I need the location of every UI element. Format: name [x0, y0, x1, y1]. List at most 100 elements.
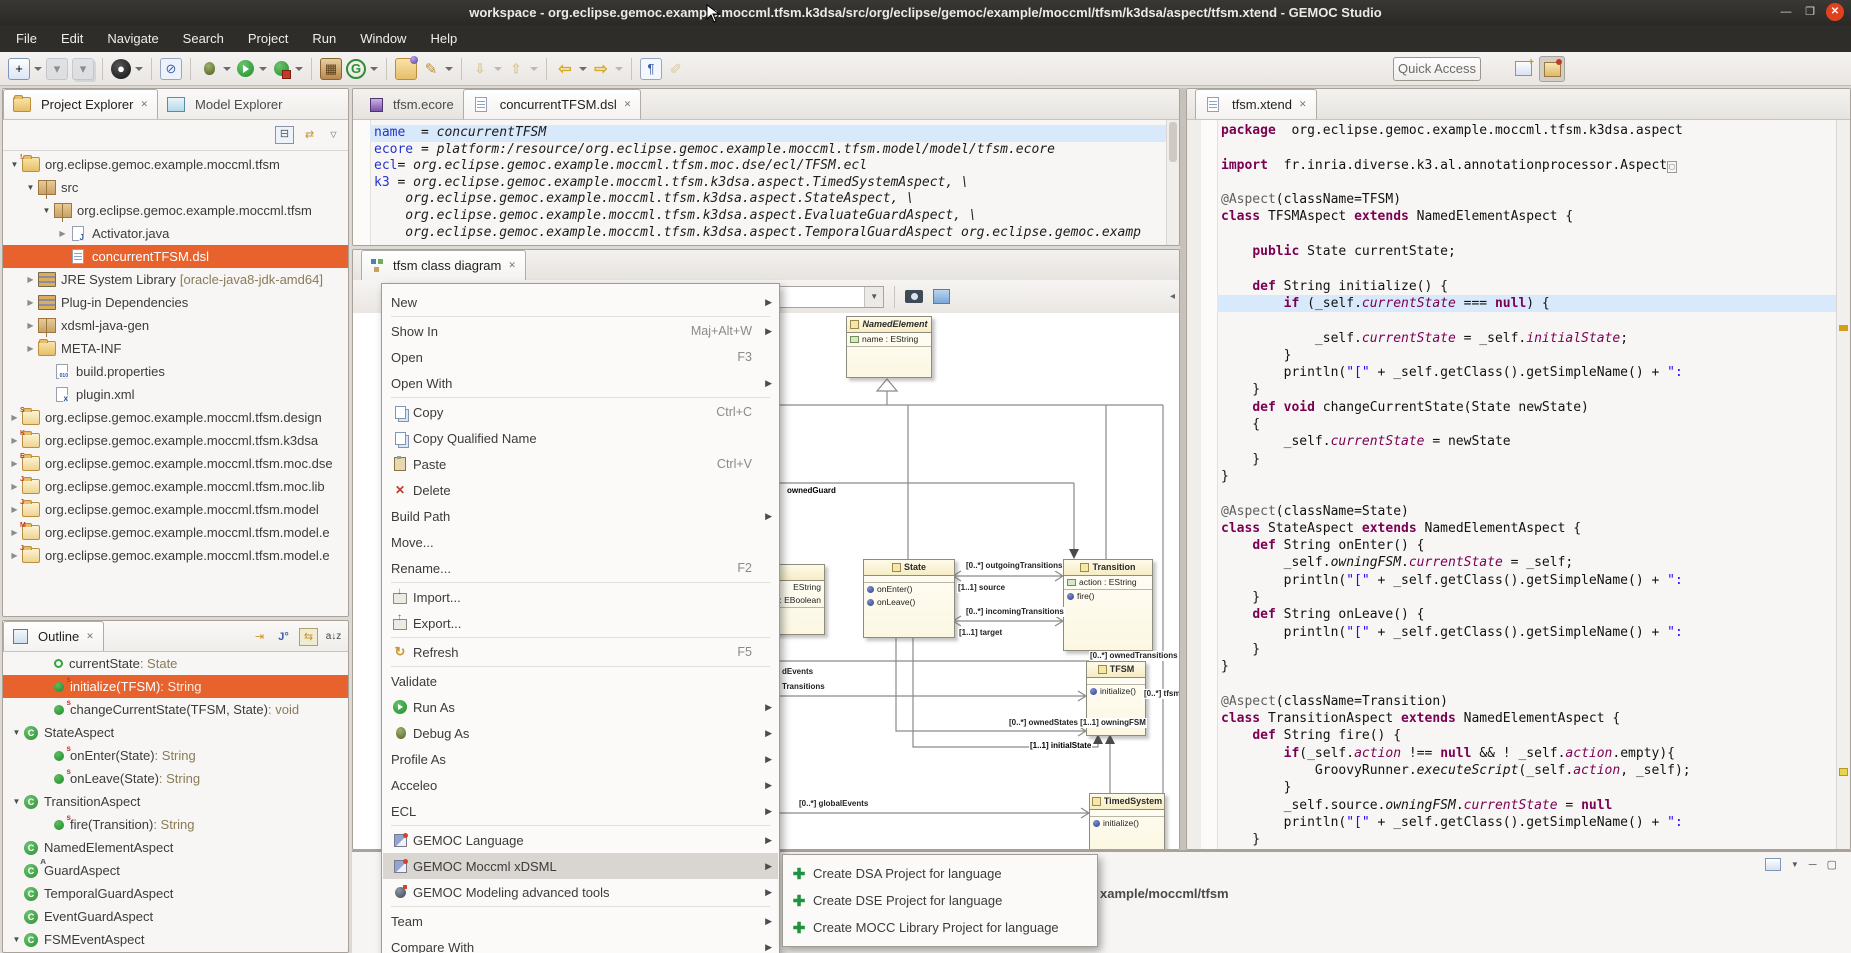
menu-item-compare-with[interactable]: Compare With▶: [383, 934, 778, 953]
submenu-item-create-mocc-library-project-for-language[interactable]: ✚Create MOCC Library Project for languag…: [784, 914, 1096, 941]
tree-expander-icon[interactable]: ▶: [23, 298, 38, 307]
user-profile-icon[interactable]: ●: [111, 59, 131, 79]
debug-caret[interactable]: [223, 67, 231, 71]
save-all-icon[interactable]: ▾: [72, 58, 94, 80]
console-menu-caret[interactable]: ▼: [1791, 860, 1799, 869]
close-icon[interactable]: ✕: [1826, 3, 1844, 21]
new-wizard-icon[interactable]: +: [8, 58, 30, 80]
tree-expander-icon[interactable]: ▼: [39, 206, 54, 215]
menu-item-import[interactable]: Import...: [383, 584, 778, 610]
menu-item-ecl[interactable]: ECL▶: [383, 798, 778, 824]
tree-expander-icon[interactable]: ▼: [23, 183, 38, 192]
run-caret[interactable]: [259, 67, 267, 71]
tab-concurrenttfsm-dsl[interactable]: concurrentTFSM.dsl✕: [463, 89, 642, 119]
run-icon[interactable]: [235, 59, 255, 79]
menu-item-export[interactable]: Export...: [383, 610, 778, 636]
tree-item[interactable]: ▶Jorg.eclipse.gemoc.example.moccml.tfsm.…: [3, 544, 348, 567]
tree-item[interactable]: ▶xdsml-java-gen: [3, 314, 348, 337]
tree-item[interactable]: xplugin.xml: [3, 383, 348, 406]
console-view-icon[interactable]: [1765, 858, 1781, 871]
tree-item[interactable]: ▶Eorg.eclipse.gemoc.example.moccml.tfsm.…: [3, 452, 348, 475]
tree-item[interactable]: ▶Plug-in Dependencies: [3, 291, 348, 314]
outline-expander-icon[interactable]: ▼: [9, 797, 24, 806]
save-icon[interactable]: ▾: [46, 58, 68, 80]
next-annotation-icon[interactable]: ⇩: [470, 59, 490, 79]
gemoc-project-caret[interactable]: [370, 67, 378, 71]
close-tab-icon[interactable]: ✕: [508, 260, 516, 271]
hide-fields-icon[interactable]: J°: [275, 629, 292, 645]
quick-access-button[interactable]: Quick Access: [1393, 57, 1481, 81]
layers-icon[interactable]: [933, 289, 950, 304]
outline-item[interactable]: schangeCurrentState(TFSM, State) : void: [3, 698, 348, 721]
outline-expander-icon[interactable]: ▼: [9, 935, 24, 944]
tab-tfsm-class-diagram[interactable]: tfsm class diagram✕: [361, 250, 526, 280]
xtend-fold-gutter[interactable]: [1201, 120, 1218, 849]
tab-tfsm-xtend[interactable]: tfsm.xtend✕: [1195, 89, 1317, 119]
close-tab-icon[interactable]: ✕: [624, 99, 632, 110]
tree-item[interactable]: ▼!org.eclipse.gemoc.example.moccml.tfsm: [3, 153, 348, 176]
outline-item[interactable]: sonEnter(State) : String: [3, 744, 348, 767]
menu-item-validate[interactable]: Validate: [383, 668, 778, 694]
menu-item-gemoc-modeling-advanced-tools[interactable]: GEMOC Modeling advanced tools▶: [383, 879, 778, 905]
tree-item[interactable]: ▶META-INF: [3, 337, 348, 360]
outline-item[interactable]: CAGuardAspect: [3, 859, 348, 882]
tree-expander-icon[interactable]: ▶: [7, 482, 22, 491]
menu-item-team[interactable]: Team▶: [383, 908, 778, 934]
new-java-project-icon[interactable]: ▦: [320, 58, 342, 80]
menu-item-gemoc-language[interactable]: GEMOC Language▶: [383, 827, 778, 853]
dsl-scrollbar[interactable]: [1166, 120, 1179, 245]
next-annotation-caret[interactable]: [494, 67, 502, 71]
tree-expander-icon[interactable]: ▶: [23, 344, 38, 353]
menu-item-acceleo[interactable]: Acceleo▶: [383, 772, 778, 798]
tree-item[interactable]: ▶Jorg.eclipse.gemoc.example.moccml.tfsm.…: [3, 475, 348, 498]
menu-item-show-in[interactable]: Show InMaj+Alt+W▶: [383, 318, 778, 344]
dsl-code-area[interactable]: name = concurrentTFSMecore = platform:/r…: [370, 125, 1167, 245]
open-element-icon[interactable]: [395, 58, 417, 80]
skip-breakpoints-icon[interactable]: ⊘: [160, 58, 182, 80]
submenu-item-create-dsa-project-for-language[interactable]: ✚Create DSA Project for language: [784, 860, 1096, 887]
tab-model-explorer[interactable]: Model Explorer: [158, 90, 291, 119]
view-menu-icon[interactable]: ▽: [325, 127, 342, 143]
outline-item[interactable]: sinitialize(TFSM) : String: [3, 675, 348, 698]
menu-item-refresh[interactable]: ↻RefreshF5: [383, 639, 778, 665]
menu-item-move[interactable]: Move...: [383, 529, 778, 555]
menu-item-copy[interactable]: CopyCtrl+C: [383, 399, 778, 425]
maximize-panel-icon[interactable]: ▢: [1827, 858, 1837, 871]
minimize-panel-icon[interactable]: ─: [1809, 859, 1817, 871]
menu-item-debug-as[interactable]: Debug As▶: [383, 720, 778, 746]
xtend-code-area[interactable]: package org.eclipse.gemoc.example.moccml…: [1217, 122, 1836, 849]
tree-item[interactable]: ▶JRE System Library[oracle-java8-jdk-amd…: [3, 268, 348, 291]
menu-item-delete[interactable]: ✕Delete: [383, 477, 778, 503]
tree-item[interactable]: ▼src: [3, 176, 348, 199]
tree-expander-icon[interactable]: ▶: [7, 528, 22, 537]
menu-item-profile-as[interactable]: Profile As▶: [383, 746, 778, 772]
diagram-class-timedsystem[interactable]: TimedSysteminitialize(): [1089, 793, 1165, 850]
sort-alpha-icon[interactable]: a↓z: [325, 629, 342, 645]
tab-project-explorer[interactable]: Project Explorer✕: [3, 89, 158, 119]
open-perspective-icon[interactable]: +: [1511, 56, 1535, 80]
tree-item[interactable]: ▶Sorg.eclipse.gemoc.example.moccml.tfsm.…: [3, 406, 348, 429]
menu-item-new[interactable]: New▶: [383, 289, 778, 315]
new-gemoc-project-icon[interactable]: G: [346, 59, 366, 79]
menubar-search[interactable]: Search: [173, 28, 234, 49]
menu-item-paste[interactable]: PasteCtrl+V: [383, 451, 778, 477]
diagram-class-state[interactable]: StateonEnter()onLeave(): [863, 559, 955, 638]
menu-item-rename[interactable]: Rename...F2: [383, 555, 778, 581]
tree-expander-icon[interactable]: ▶: [7, 459, 22, 468]
export-image-icon[interactable]: [905, 290, 923, 303]
submenu-item-create-dse-project-for-language[interactable]: ✚Create DSE Project for language: [784, 887, 1096, 914]
forward-history-caret[interactable]: [615, 67, 623, 71]
menubar-project[interactable]: Project: [238, 28, 298, 49]
tree-expander-icon[interactable]: ▶: [7, 505, 22, 514]
format-icon[interactable]: ✐: [666, 59, 686, 79]
diagram-class-namedelement[interactable]: NamedElementname : EString: [846, 316, 932, 378]
link-editor-icon[interactable]: ⇄: [301, 127, 318, 143]
outline-item[interactable]: sfire(Transition) : String: [3, 813, 348, 836]
pen-caret[interactable]: [445, 67, 453, 71]
collapse-all-icon[interactable]: ⊟: [275, 126, 294, 144]
tree-item[interactable]: ▶Korg.eclipse.gemoc.example.moccml.tfsm.…: [3, 429, 348, 452]
tree-item[interactable]: 010build.properties: [3, 360, 348, 383]
menubar-file[interactable]: File: [6, 28, 47, 49]
outline-expander-icon[interactable]: ▼: [9, 728, 24, 737]
menubar-help[interactable]: Help: [420, 28, 467, 49]
